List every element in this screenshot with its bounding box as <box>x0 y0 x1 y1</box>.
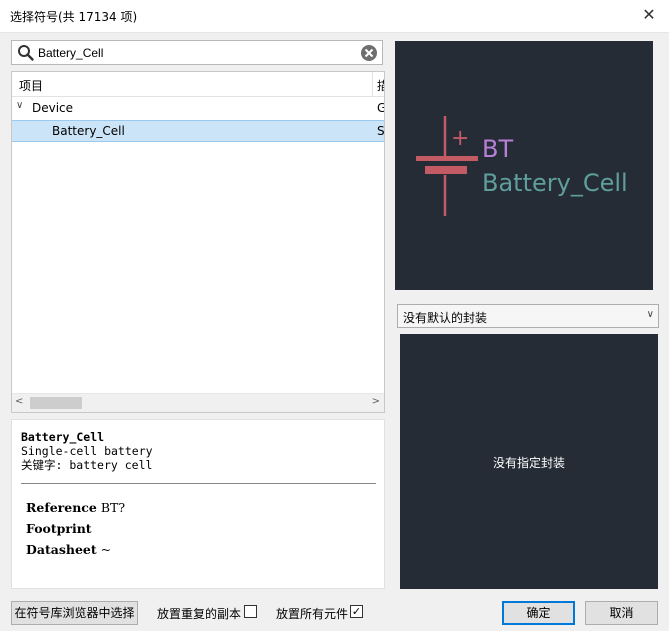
details-divider <box>21 483 376 484</box>
reference-value: BT? <box>100 500 126 515</box>
column-header-description[interactable]: 描 <box>377 77 384 94</box>
cancel-button[interactable]: 取消 <box>585 601 658 625</box>
tree-row-device[interactable]: ∨ Device G <box>12 97 384 119</box>
footprint-select[interactable]: 没有默认的封装 ∨ <box>397 304 659 328</box>
place-repeated-checkbox[interactable] <box>244 605 257 618</box>
scroll-left-icon[interactable]: < <box>15 396 23 407</box>
search-box <box>11 40 383 65</box>
field-datasheet: Datasheet ~ <box>26 542 111 557</box>
reference-designator: BT <box>482 135 513 163</box>
symbol-description: S <box>377 124 385 138</box>
column-divider[interactable] <box>372 72 373 96</box>
tree-header: 项目 描 <box>12 72 384 97</box>
field-reference: Reference BT? <box>26 500 125 515</box>
clear-search-icon[interactable] <box>360 44 378 62</box>
library-description: G <box>377 101 384 115</box>
footprint-preview: 没有指定封装 <box>400 334 658 589</box>
battery-symbol-graphic: + BT Battery_Cell <box>416 116 628 216</box>
no-footprint-message: 没有指定封装 <box>492 456 565 470</box>
tree-row-battery-cell[interactable]: Battery_Cell S <box>12 120 384 142</box>
library-label: Device <box>32 101 74 115</box>
scroll-right-icon[interactable]: > <box>372 396 380 407</box>
details-symbol-name: Battery_Cell <box>21 430 105 444</box>
plus-sign: + <box>451 126 469 151</box>
datasheet-label: Datasheet <box>26 542 97 557</box>
datasheet-value[interactable]: ~ <box>101 542 111 557</box>
symbol-value: Battery_Cell <box>482 169 628 197</box>
close-icon[interactable]: ✕ <box>639 5 659 25</box>
place-all-label[interactable]: 放置所有元件 <box>276 605 348 622</box>
symbol-tree[interactable]: 项目 描 ∨ Device G Battery_Cell S < > <box>11 71 385 413</box>
scrollbar-thumb[interactable] <box>30 397 82 409</box>
horizontal-scrollbar[interactable]: < > <box>12 393 384 412</box>
chevron-down-icon: ∨ <box>646 309 654 320</box>
details-description: Single-cell battery <box>21 444 153 458</box>
search-input[interactable] <box>38 43 358 62</box>
symbol-label: Battery_Cell <box>52 124 125 138</box>
footprint-select-value: 没有默认的封装 <box>403 311 488 325</box>
title-bar: 选择符号(共 17134 项) ✕ <box>0 0 669 33</box>
field-footprint: Footprint <box>26 521 92 536</box>
details-keywords: 关键字: battery cell <box>21 458 153 472</box>
chevron-down-icon[interactable]: ∨ <box>16 100 23 111</box>
place-all-checkbox[interactable]: ✓ <box>350 605 363 618</box>
search-icon <box>18 45 34 61</box>
symbol-details-panel: Battery_Cell Single-cell battery 关键字: ba… <box>11 419 385 589</box>
symbol-preview[interactable]: + BT Battery_Cell <box>395 41 653 290</box>
ok-button[interactable]: 确定 <box>502 601 575 625</box>
browse-library-button[interactable]: 在符号库浏览器中选择 <box>11 601 138 625</box>
footprint-label: Footprint <box>26 521 92 536</box>
place-repeated-label[interactable]: 放置重复的副本 <box>157 605 241 622</box>
window-title: 选择符号(共 17134 项) <box>10 10 138 24</box>
reference-label: Reference <box>26 500 97 515</box>
column-header-item[interactable]: 项目 <box>19 77 43 94</box>
